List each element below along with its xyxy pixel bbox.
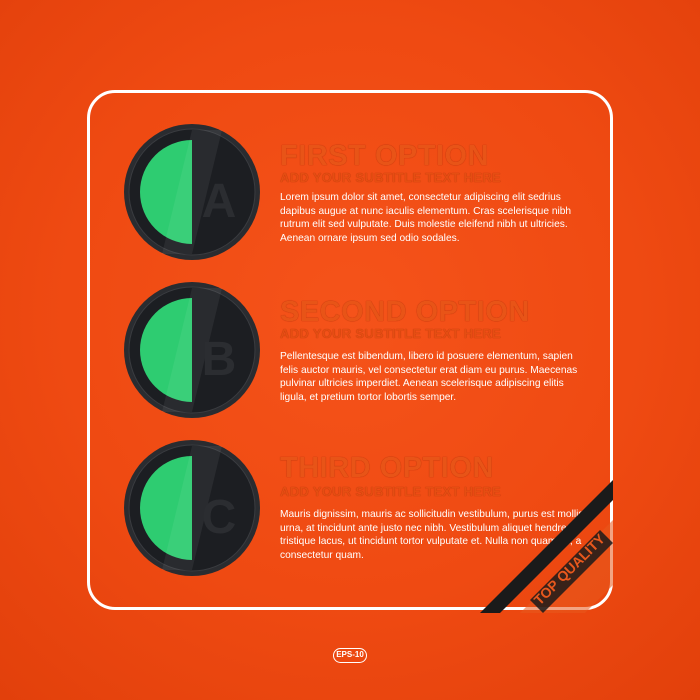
option-b-title: SECOND OPTION <box>280 296 530 328</box>
option-c-subtitle: ADD YOUR SUBTITLE TEXT HERE <box>280 484 501 499</box>
option-b-letter: B <box>202 333 237 386</box>
option-b-body: Pellentesque est bibendum, libero id pos… <box>280 351 578 403</box>
option-a: A FIRST OPTION ADD YOUR SUBTITLE TEXT HE… <box>0 122 700 262</box>
eps-badge: EPS-10 <box>333 648 367 663</box>
option-a-badge: A <box>122 122 262 262</box>
option-c-letter: C <box>202 491 237 544</box>
option-c-title: THIRD OPTION <box>280 452 494 484</box>
option-a-body: Lorem ipsum dolor sit amet, consectetur … <box>280 192 572 244</box>
option-b: B SECOND OPTION ADD YOUR SUBTITLE TEXT H… <box>0 280 700 420</box>
option-b-subtitle: ADD YOUR SUBTITLE TEXT HERE <box>280 326 501 341</box>
option-c-badge: C <box>122 438 262 578</box>
option-a-title: FIRST OPTION <box>280 140 489 172</box>
top-quality-ribbon: TOP QUALITY <box>470 470 620 620</box>
option-b-badge: B <box>122 280 262 420</box>
option-a-letter: A <box>202 175 237 228</box>
option-a-subtitle: ADD YOUR SUBTITLE TEXT HERE <box>280 170 501 185</box>
